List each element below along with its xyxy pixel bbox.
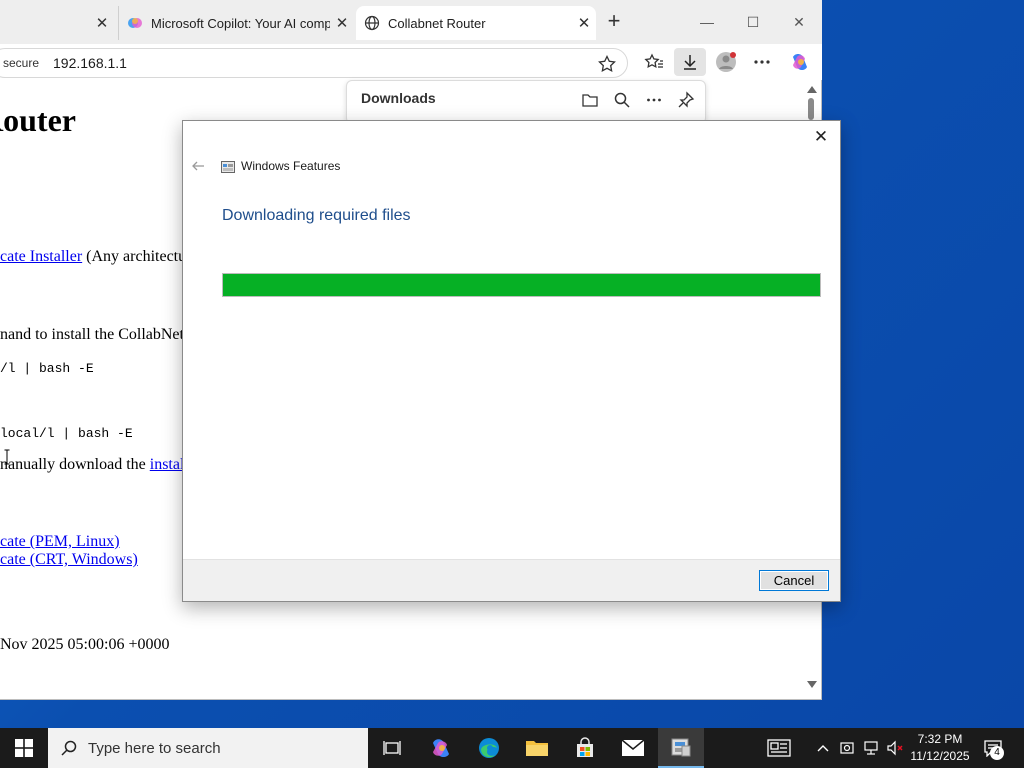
favorite-star-icon[interactable]	[597, 54, 617, 74]
tab-copilot[interactable]: Microsoft Copilot: Your AI compa ✕	[118, 6, 354, 40]
volume-muted-icon[interactable]	[884, 728, 906, 768]
system-clock[interactable]: 7:32 PM 11/12/2025	[905, 731, 975, 765]
url-text[interactable]: 192.168.1.1	[53, 55, 127, 71]
certificate-crt-link[interactable]: cate (CRT, Windows)	[0, 551, 138, 568]
copilot-sidebar-icon[interactable]	[784, 48, 816, 76]
maximize-button[interactable]: ☐	[730, 8, 776, 36]
search-icon	[60, 739, 78, 757]
notification-count-badge: 4	[990, 746, 1004, 760]
clock-time: 7:32 PM	[917, 732, 963, 746]
minimize-button[interactable]: —	[684, 8, 730, 36]
meet-now-icon[interactable]	[836, 728, 858, 768]
search-downloads-icon[interactable]	[611, 89, 633, 111]
certificate-pem-link[interactable]: cate (PEM, Linux)	[0, 533, 120, 550]
tab-label: Collabnet Router	[388, 15, 486, 31]
dialog-heading: Downloading required files	[222, 207, 411, 224]
tab-close-icon[interactable]: ✕	[90, 14, 114, 32]
tab-close-icon[interactable]: ✕	[572, 14, 596, 32]
timestamp-text: Nov 2025 05:00:06 +0000	[0, 636, 170, 653]
copilot-taskbar-icon[interactable]	[418, 728, 464, 768]
manual-download-line: nanually download the instal	[0, 456, 184, 474]
installer-note: (Any architectu	[82, 248, 187, 265]
favorites-icon[interactable]	[638, 48, 670, 76]
network-icon[interactable]	[860, 728, 882, 768]
news-widget-icon[interactable]	[760, 728, 798, 768]
clock-date: 11/12/2025	[910, 749, 970, 763]
taskbar: Type here to search 7:32 PM 11/12/2025	[0, 728, 1024, 768]
dialog-footer	[183, 559, 840, 601]
open-folder-icon[interactable]	[579, 89, 601, 111]
installer-link-2[interactable]: instal	[150, 456, 185, 473]
tab-strip: ✕ Microsoft Copilot: Your AI compa ✕ Col…	[0, 0, 822, 44]
crt-line: cate (CRT, Windows)	[0, 551, 138, 569]
dialog-close-button[interactable]: ✕	[806, 125, 836, 149]
edge-taskbar-icon[interactable]	[466, 728, 512, 768]
scroll-thumb[interactable]	[808, 98, 814, 120]
scroll-up-icon[interactable]	[807, 86, 817, 93]
installer-line: cate Installer (Any architectu	[0, 248, 186, 266]
task-view-icon[interactable]	[370, 728, 414, 768]
pin-icon[interactable]	[675, 89, 697, 111]
windows-features-icon	[221, 160, 235, 174]
mail-icon[interactable]	[610, 728, 656, 768]
search-placeholder: Type here to search	[88, 739, 221, 757]
tab-partial[interactable]: ✕	[0, 6, 114, 40]
manual-download-text: nanually download the	[0, 456, 150, 473]
page-title: Router	[0, 102, 76, 138]
windows-features-dialog: ✕ Windows Features Downloading required …	[182, 120, 841, 602]
store-icon[interactable]	[562, 728, 608, 768]
downloads-title: Downloads	[361, 90, 436, 106]
taskbar-search-box[interactable]: Type here to search	[48, 728, 368, 768]
show-hidden-icons-chevron-icon[interactable]	[812, 728, 834, 768]
download-progress-bar	[222, 273, 821, 297]
tab-close-icon[interactable]: ✕	[330, 14, 354, 32]
windows-features-taskbar-icon[interactable]	[658, 728, 704, 768]
text-cursor-icon	[4, 449, 10, 465]
copilot-icon	[127, 15, 143, 31]
scroll-down-icon[interactable]	[807, 681, 817, 688]
security-indicator[interactable]: secure	[3, 56, 39, 70]
globe-icon	[364, 15, 380, 31]
start-button[interactable]	[0, 728, 48, 768]
new-tab-button[interactable]: +	[602, 10, 626, 34]
downloads-panel: Downloads	[346, 80, 706, 124]
pem-line: cate (PEM, Linux)	[0, 533, 120, 551]
address-bar[interactable]: secure 192.168.1.1	[0, 48, 628, 78]
installer-link[interactable]: cate Installer	[0, 248, 82, 265]
cancel-button[interactable]: Cancel	[759, 570, 829, 591]
profile-avatar-icon[interactable]	[710, 48, 742, 76]
close-window-button[interactable]: ✕	[776, 8, 822, 36]
more-options-icon[interactable]	[746, 48, 778, 76]
back-arrow-icon[interactable]	[191, 159, 207, 173]
file-explorer-icon[interactable]	[514, 728, 560, 768]
install-command-2: local/l | bash -E	[0, 426, 133, 441]
tab-label: Microsoft Copilot: Your AI compa	[151, 15, 330, 31]
command-intro: nand to install the CollabNet	[0, 326, 184, 343]
downloads-icon[interactable]	[674, 48, 706, 76]
downloads-more-icon[interactable]	[643, 89, 665, 111]
install-command-1: /l | bash -E	[0, 361, 94, 376]
progress-fill	[223, 274, 820, 296]
dialog-app-title: Windows Features	[241, 159, 341, 173]
tab-collabnet-router[interactable]: Collabnet Router ✕	[356, 6, 596, 40]
